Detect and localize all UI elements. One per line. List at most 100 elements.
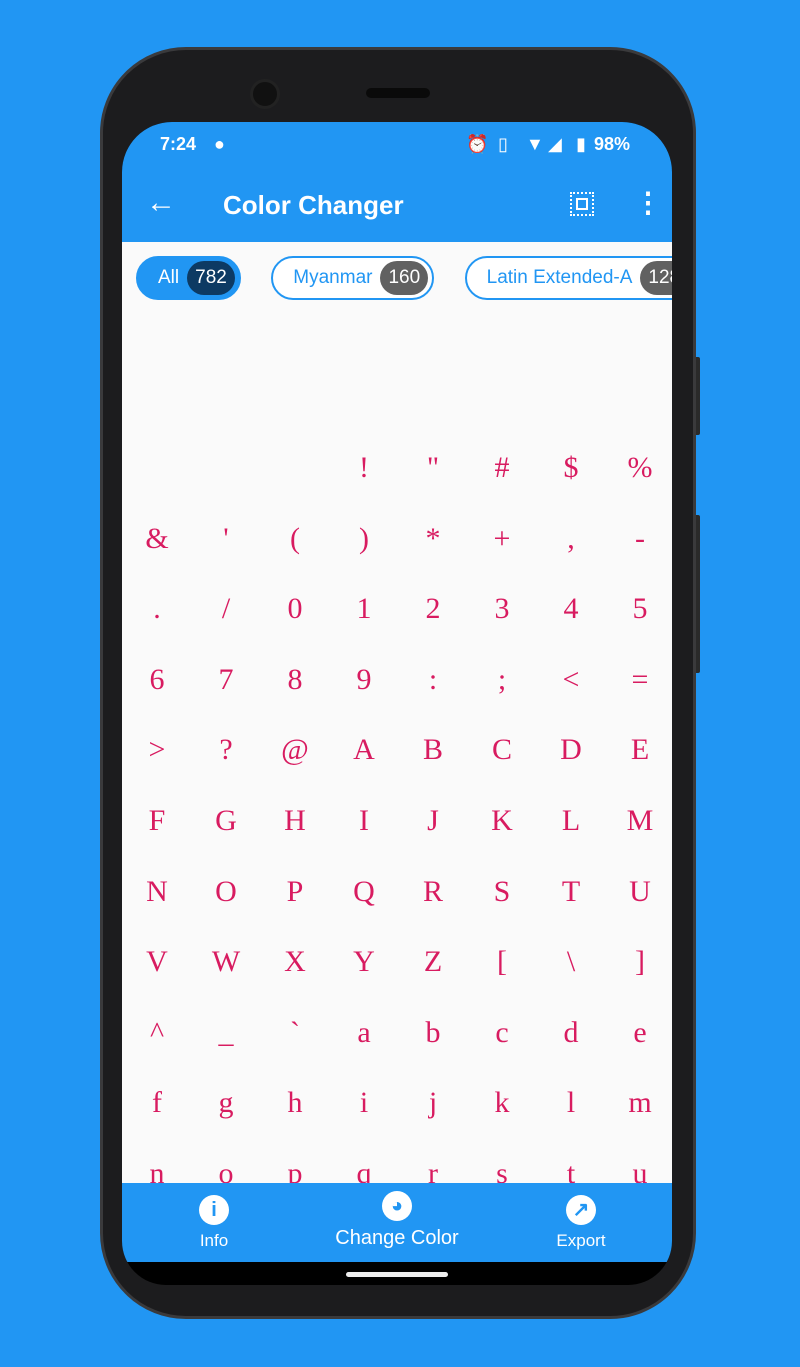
glyph-cell[interactable]: u <box>606 1139 673 1183</box>
glyph-cell[interactable]: V <box>123 927 192 997</box>
glyph-cell[interactable]: r <box>399 1139 468 1183</box>
glyph-cell[interactable]: ] <box>606 927 673 997</box>
glyph-cell[interactable]: 4 <box>537 574 606 644</box>
glyph-cell[interactable]: & <box>123 504 192 574</box>
glyph-cell[interactable]: m <box>606 1068 673 1138</box>
glyph-cell[interactable]: K <box>468 786 537 856</box>
glyph-cell[interactable]: G <box>192 786 261 856</box>
chip-myanmar[interactable]: Myanmar 160 <box>271 256 435 300</box>
glyph-cell[interactable]: N <box>123 857 192 927</box>
glyph-cell[interactable]: 3 <box>468 574 537 644</box>
glyph-cell[interactable]: % <box>606 433 673 503</box>
glyph-cell[interactable]: _ <box>192 998 261 1068</box>
glyph-cell[interactable]: > <box>123 715 192 785</box>
glyph-cell[interactable]: ! <box>330 433 399 503</box>
glyph-cell[interactable]: k <box>468 1068 537 1138</box>
glyph-cell[interactable]: 8 <box>261 645 330 715</box>
nav-export[interactable]: ↗ Export <box>546 1195 616 1251</box>
glyph-cell[interactable]: < <box>537 645 606 715</box>
glyph-cell[interactable]: @ <box>261 715 330 785</box>
glyph-cell[interactable]: 9 <box>330 645 399 715</box>
glyph-cell[interactable]: [ <box>468 927 537 997</box>
glyph-cell[interactable]: f <box>123 1068 192 1138</box>
glyph-cell[interactable]: 7 <box>192 645 261 715</box>
glyph-cell[interactable]: M <box>606 786 673 856</box>
glyph-cell[interactable]: 5 <box>606 574 673 644</box>
glyph-cell[interactable]: ? <box>192 715 261 785</box>
glyph-cell[interactable]: e <box>606 998 673 1068</box>
glyph-cell[interactable]: ` <box>261 998 330 1068</box>
glyph-cell[interactable]: d <box>537 998 606 1068</box>
glyph-cell[interactable]: p <box>261 1139 330 1183</box>
glyph-cell[interactable]: o <box>192 1139 261 1183</box>
glyph-cell[interactable]: 1 <box>330 574 399 644</box>
nav-change-color[interactable]: ◕ Change Color <box>317 1191 477 1250</box>
glyph-cell[interactable]: a <box>330 998 399 1068</box>
glyph-cell[interactable]: W <box>192 927 261 997</box>
home-indicator[interactable] <box>346 1272 448 1277</box>
glyph-cell[interactable]: + <box>468 504 537 574</box>
glyph-cell[interactable]: ^ <box>123 998 192 1068</box>
select-all-icon[interactable] <box>570 192 594 216</box>
glyph-cell[interactable]: U <box>606 857 673 927</box>
glyph-cell[interactable]: = <box>606 645 673 715</box>
glyph-cell[interactable]: X <box>261 927 330 997</box>
glyph-cell[interactable]: Z <box>399 927 468 997</box>
glyph-cell[interactable]: S <box>468 857 537 927</box>
glyph-cell[interactable] <box>261 433 330 503</box>
glyph-cell[interactable]: O <box>192 857 261 927</box>
glyph-cell[interactable]: ' <box>192 504 261 574</box>
glyph-cell[interactable]: q <box>330 1139 399 1183</box>
glyph-cell[interactable]: 2 <box>399 574 468 644</box>
glyph-cell[interactable]: h <box>261 1068 330 1138</box>
glyph-cell[interactable]: R <box>399 857 468 927</box>
glyph-cell[interactable]: g <box>192 1068 261 1138</box>
glyph-cell[interactable]: Y <box>330 927 399 997</box>
glyph-cell[interactable]: " <box>399 433 468 503</box>
glyph-cell[interactable]: c <box>468 998 537 1068</box>
glyph-cell[interactable]: / <box>192 574 261 644</box>
glyph-cell[interactable]: L <box>537 786 606 856</box>
glyph-cell[interactable]: n <box>123 1139 192 1183</box>
glyph-cell[interactable]: s <box>468 1139 537 1183</box>
glyph-cell[interactable]: 0 <box>261 574 330 644</box>
glyph-cell[interactable]: D <box>537 715 606 785</box>
glyph-content: All782 Myanmar160 Latin Extended-A128 !"… <box>122 242 672 1183</box>
glyph-cell[interactable]: ( <box>261 504 330 574</box>
arrow-left-icon[interactable]: ← <box>146 186 176 220</box>
nav-info[interactable]: i Info <box>184 1195 244 1251</box>
glyph-cell[interactable]: * <box>399 504 468 574</box>
glyph-cell[interactable]: : <box>399 645 468 715</box>
glyph-cell[interactable] <box>192 433 261 503</box>
glyph-cell[interactable]: b <box>399 998 468 1068</box>
glyph-cell[interactable]: Q <box>330 857 399 927</box>
glyph-cell[interactable]: I <box>330 786 399 856</box>
glyph-cell[interactable]: t <box>537 1139 606 1183</box>
glyph-cell[interactable]: H <box>261 786 330 856</box>
glyph-cell[interactable]: T <box>537 857 606 927</box>
glyph-cell[interactable]: . <box>123 574 192 644</box>
glyph-cell[interactable] <box>123 433 192 503</box>
glyph-cell[interactable]: A <box>330 715 399 785</box>
glyph-cell[interactable]: B <box>399 715 468 785</box>
glyph-cell[interactable]: ) <box>330 504 399 574</box>
glyph-cell[interactable]: i <box>330 1068 399 1138</box>
glyph-cell[interactable]: P <box>261 857 330 927</box>
glyph-cell[interactable]: ; <box>468 645 537 715</box>
chip-all[interactable]: All 782 <box>136 256 241 300</box>
glyph-cell[interactable]: j <box>399 1068 468 1138</box>
glyph-cell[interactable]: - <box>606 504 673 574</box>
glyph-cell[interactable]: C <box>468 715 537 785</box>
glyph-cell[interactable]: E <box>606 715 673 785</box>
camera <box>250 79 280 109</box>
glyph-cell[interactable]: J <box>399 786 468 856</box>
glyph-cell[interactable]: , <box>537 504 606 574</box>
glyph-cell[interactable]: # <box>468 433 537 503</box>
glyph-cell[interactable]: F <box>123 786 192 856</box>
chip-latin-extended-a[interactable]: Latin Extended-A 128 <box>464 256 672 300</box>
more-vert-icon[interactable]: ⋮ <box>634 186 662 219</box>
glyph-cell[interactable]: l <box>537 1068 606 1138</box>
glyph-cell[interactable]: $ <box>537 433 606 503</box>
glyph-cell[interactable]: \ <box>537 927 606 997</box>
glyph-cell[interactable]: 6 <box>123 645 192 715</box>
